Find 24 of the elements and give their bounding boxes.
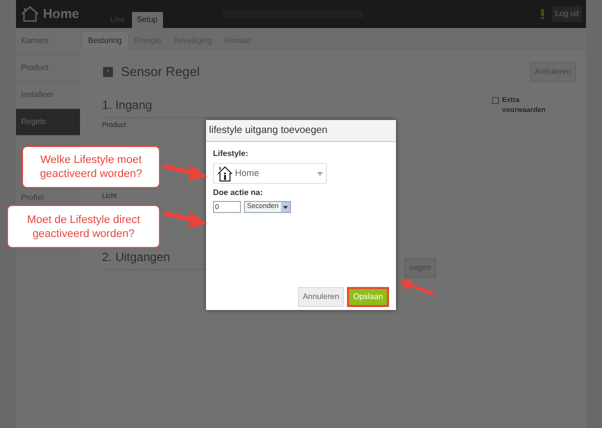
arrow-icon <box>163 208 209 230</box>
callout-tooltip: Welke Lifestyle moet geactiveerd worden? <box>22 146 160 188</box>
cancel-button[interactable]: Annuleren <box>298 287 344 307</box>
arrow-icon <box>163 161 209 183</box>
app-title: Home <box>43 5 80 24</box>
page-title: Sensor Regel <box>121 63 200 82</box>
field-label: Lifestyle: <box>213 148 250 160</box>
checkbox[interactable] <box>492 97 499 104</box>
dropdown-caret-icon <box>317 172 323 176</box>
lifestyle-select[interactable]: Home <box>213 163 327 184</box>
top-tab[interactable]: Setup <box>132 12 163 28</box>
select-value: Home <box>235 166 260 180</box>
arrow-icon <box>398 278 434 298</box>
alert-icon <box>540 9 544 19</box>
sensor-icon <box>102 66 114 78</box>
save-button[interactable]: Opslaan <box>347 287 389 307</box>
house-icon <box>217 166 233 182</box>
dialog-title: lifestyle uitgang toevoegen <box>206 120 396 142</box>
house-icon <box>20 5 40 23</box>
field-label: Doe actie na: <box>213 187 264 199</box>
callout-tooltip: Moet de Lifestyle direct geactiveerd worden? <box>7 205 160 248</box>
dropdown-caret-icon <box>280 202 290 212</box>
section-heading: 1. Ingang <box>102 96 392 118</box>
sub-tab[interactable]: Besturing <box>82 32 128 50</box>
